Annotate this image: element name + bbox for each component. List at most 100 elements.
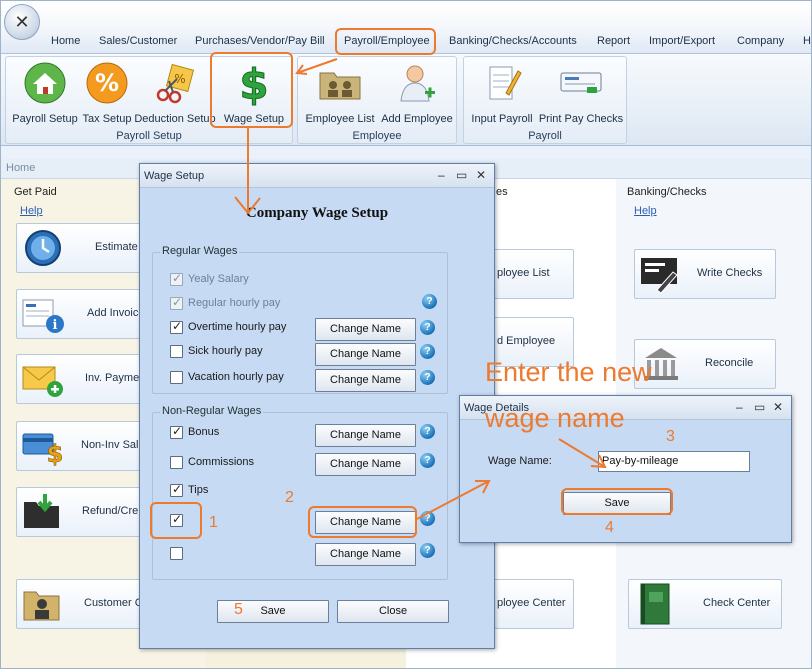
vacation-hourly-label: Vacation hourly pay: [188, 371, 284, 383]
annotation-instruction: Enter the new: [485, 357, 652, 387]
write-checks-tile[interactable]: Write Checks: [634, 249, 776, 299]
check-center-tile[interactable]: Check Center: [628, 579, 782, 629]
banking-heading: Banking/Checks: [627, 186, 707, 198]
menu-sales-customer[interactable]: Sales/Customer: [99, 35, 177, 47]
checkmark-icon: ✓: [171, 424, 183, 438]
ribbon: Payroll Setup % Tax Setup % Deduction Se…: [1, 54, 811, 146]
help-icon[interactable]: ?: [420, 543, 435, 558]
maximize-icon[interactable]: ▭: [456, 168, 467, 182]
help-icon[interactable]: ?: [420, 511, 435, 526]
clock-icon: [21, 228, 65, 268]
app-window: ✕ Home Sales/Customer Purchases/Vendor/P…: [0, 0, 812, 669]
close-icon[interactable]: ✕: [476, 168, 486, 182]
deduction-setup-label: Deduction Setup: [134, 113, 216, 125]
deduction-setup-button[interactable]: % Deduction Setup: [134, 59, 216, 129]
commissions-label: Commissions: [188, 456, 255, 468]
house-icon: [21, 59, 69, 107]
step-3-label: 3: [666, 428, 675, 445]
bonus-label: Bonus: [188, 426, 220, 438]
overtime-change-name-button[interactable]: Change Name: [315, 318, 416, 341]
add-invoice-label: Add Invoice: [87, 307, 145, 319]
app-menu-button[interactable]: ✕: [4, 4, 40, 40]
title-bar: [1, 1, 811, 29]
help-icon[interactable]: ?: [420, 424, 435, 439]
help-icon[interactable]: ?: [420, 453, 435, 468]
minimize-icon[interactable]: –: [438, 168, 445, 182]
custom-wage-2-change-name-button[interactable]: Change Name: [315, 543, 416, 566]
folder-person-icon: [21, 584, 65, 624]
tips-checkbox[interactable]: ✓: [170, 482, 183, 497]
tips-label: Tips: [188, 484, 209, 496]
bonus-change-name-button[interactable]: Change Name: [315, 424, 416, 447]
print-pay-checks-button[interactable]: Print Pay Checks: [538, 59, 624, 129]
app-logo-icon: ✕: [14, 11, 30, 32]
annotation-instruction-2: wage name: [485, 403, 625, 433]
custom-wage-2-checkbox[interactable]: [170, 547, 183, 560]
banking-help-link[interactable]: Help: [634, 205, 657, 217]
non-inv-sales-label: Non-Inv Sal: [81, 439, 139, 451]
sick-hourly-checkbox[interactable]: [170, 345, 183, 358]
overtime-hourly-label: Overtime hourly pay: [188, 321, 287, 333]
regular-hourly-checkbox: ✓: [170, 295, 183, 310]
sick-change-name-button[interactable]: Change Name: [315, 343, 416, 366]
company-wage-setup-heading: Company Wage Setup: [245, 205, 389, 221]
percent-icon: %: [83, 59, 131, 107]
reconcile-tile[interactable]: Reconcile: [634, 339, 776, 389]
highlight-checkbox: [150, 502, 202, 539]
get-paid-heading: Get Paid: [14, 186, 57, 198]
help-icon[interactable]: ?: [422, 294, 437, 309]
yearly-salary-checkbox: ✓: [170, 271, 183, 286]
highlight-change-name: [308, 506, 417, 538]
ribbon-group-label: Payroll: [528, 130, 562, 142]
svg-text:%: %: [95, 69, 119, 97]
yearly-salary-label: Yealy Salary: [188, 273, 249, 285]
bonus-checkbox[interactable]: ✓: [170, 424, 183, 439]
close-icon[interactable]: ✕: [773, 400, 783, 414]
help-icon[interactable]: ?: [420, 344, 435, 359]
help-icon[interactable]: ?: [420, 370, 435, 385]
payroll-setup-button[interactable]: Payroll Setup: [10, 59, 80, 129]
maximize-icon[interactable]: ▭: [754, 400, 765, 414]
ribbon-group-label: Employee: [352, 130, 402, 142]
customer-center-label: Customer C: [84, 597, 143, 609]
wage-setup-titlebar: Wage Setup – ▭ ✕: [140, 164, 494, 188]
wage-name-input[interactable]: Pay-by-mileage: [598, 451, 750, 472]
highlight-wage-setup: [210, 52, 293, 128]
menu-help[interactable]: H: [803, 35, 811, 47]
menu-company[interactable]: Company: [737, 35, 784, 47]
input-payroll-button[interactable]: Input Payroll: [468, 59, 536, 129]
ribbon-group-label: Payroll Setup: [116, 130, 182, 142]
tax-setup-button[interactable]: % Tax Setup: [80, 59, 134, 129]
commissions-checkbox[interactable]: [170, 456, 183, 469]
green-book-icon: [633, 583, 677, 625]
checkmark-icon: ✓: [171, 271, 183, 285]
vacation-change-name-button[interactable]: Change Name: [315, 369, 416, 392]
payroll-setup-label: Payroll Setup: [12, 113, 78, 125]
wage-details-body: Wage Name: Pay-by-mileage Save: [460, 420, 791, 542]
vacation-hourly-checkbox[interactable]: [170, 371, 183, 384]
help-icon[interactable]: ?: [420, 320, 435, 335]
wage-setup-close-button[interactable]: Close: [337, 600, 449, 623]
check-pen-icon: [639, 254, 683, 294]
breadcrumb-home[interactable]: Home: [6, 162, 35, 174]
add-employee-button[interactable]: Add Employee: [380, 59, 454, 129]
get-paid-help-link[interactable]: Help: [20, 205, 43, 217]
non-regular-wages-legend: Non-Regular Wages: [160, 405, 264, 417]
minimize-icon[interactable]: –: [736, 400, 743, 414]
refund-credit-label: Refund/Cre: [82, 505, 139, 517]
highlight-details-save: [561, 488, 673, 515]
invoice-info-icon: i: [21, 294, 65, 334]
regular-wages-legend: Regular Wages: [160, 245, 240, 257]
menu-banking[interactable]: Banking/Checks/Accounts: [449, 35, 577, 47]
step-2-label: 2: [285, 489, 294, 506]
menu-home[interactable]: Home: [51, 35, 80, 47]
employee-list-button[interactable]: Employee List: [302, 59, 378, 129]
checkmark-icon: ✓: [171, 295, 183, 309]
ribbon-group-payroll: Input Payroll Print Pay Checks Payroll: [463, 56, 627, 144]
overtime-hourly-checkbox[interactable]: ✓: [170, 319, 183, 334]
menu-report[interactable]: Report: [597, 35, 630, 47]
menu-purchases-vendor[interactable]: Purchases/Vendor/Pay Bill: [195, 35, 325, 47]
menu-import-export[interactable]: Import/Export: [649, 35, 715, 47]
commissions-change-name-button[interactable]: Change Name: [315, 453, 416, 476]
employee-list-label: Employee List: [305, 113, 375, 125]
